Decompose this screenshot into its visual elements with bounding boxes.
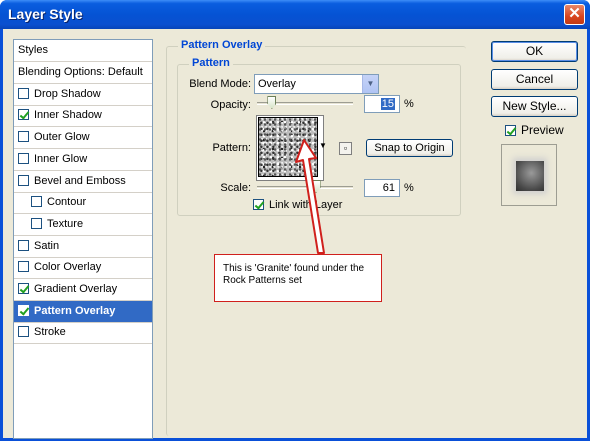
- style-item-label: Inner Shadow: [34, 109, 102, 122]
- style-checkbox[interactable]: [18, 304, 29, 316]
- style-checkbox[interactable]: [18, 87, 29, 99]
- style-checkbox[interactable]: [18, 283, 29, 294]
- preview-label: Preview: [521, 123, 564, 137]
- style-checkbox[interactable]: [18, 239, 29, 251]
- preview-check-icon[interactable]: [505, 125, 516, 136]
- opacity-value: 15: [380, 98, 395, 110]
- style-checkbox[interactable]: [18, 131, 29, 143]
- snap-to-origin-button[interactable]: Snap to Origin: [366, 139, 453, 157]
- title-bar[interactable]: Layer Style ✕: [0, 0, 590, 29]
- preview-thumbnail: [516, 161, 544, 191]
- style-checkbox[interactable]: [18, 152, 29, 164]
- opacity-input[interactable]: 15: [364, 95, 400, 113]
- style-checkbox[interactable]: [18, 261, 29, 273]
- granite-pattern-swatch[interactable]: [258, 117, 318, 177]
- style-item-label: Bevel and Emboss: [34, 174, 126, 187]
- style-item-stroke[interactable]: Stroke: [14, 322, 152, 345]
- scale-label: Scale:: [220, 182, 251, 194]
- style-item-satin[interactable]: Satin: [14, 236, 152, 258]
- ok-button[interactable]: OK: [491, 41, 578, 62]
- style-item-pattern-overlay[interactable]: Pattern Overlay: [14, 300, 152, 323]
- styles-header[interactable]: Styles: [14, 40, 152, 62]
- new-preset-icon[interactable]: ▫: [339, 142, 352, 155]
- style-checkbox[interactable]: [31, 217, 42, 229]
- style-item-label: Texture: [47, 217, 84, 230]
- link-check-icon[interactable]: [253, 199, 264, 210]
- style-checkbox[interactable]: [18, 174, 29, 186]
- style-item-texture[interactable]: Texture: [14, 214, 152, 236]
- style-item-drop-shadow[interactable]: Drop Shadow: [14, 84, 152, 106]
- style-item-label: Satin: [34, 239, 60, 252]
- style-item-label: Stroke: [34, 326, 66, 339]
- style-item-label: Pattern Overlay: [34, 304, 116, 317]
- window-title: Layer Style: [8, 6, 83, 22]
- new-style-button[interactable]: New Style...: [491, 96, 578, 117]
- style-item-gradient-overlay[interactable]: Gradient Overlay: [14, 279, 152, 301]
- link-with-layer-label: Link with Layer: [269, 199, 343, 211]
- blend-mode-value: Overlay: [258, 78, 296, 90]
- style-item-bevel-and-emboss[interactable]: Bevel and Emboss: [14, 171, 152, 193]
- blend-mode-select[interactable]: Overlay ▼: [254, 74, 379, 94]
- scale-unit: %: [404, 182, 414, 194]
- style-item-label: Contour: [47, 196, 87, 209]
- pattern-dropdown-icon[interactable]: ▼: [319, 141, 327, 150]
- styles-list: Styles Blending Options: Default Drop Sha…: [13, 39, 153, 439]
- style-item-outer-glow[interactable]: Outer Glow: [14, 127, 152, 150]
- callout-box: This is 'Granite' found under the Rock P…: [214, 254, 382, 302]
- style-item-label: Color Overlay: [34, 261, 102, 274]
- cancel-button[interactable]: Cancel: [491, 69, 578, 90]
- style-item-contour[interactable]: Contour: [14, 192, 152, 215]
- opacity-label: Opacity:: [210, 99, 251, 111]
- style-item-inner-glow[interactable]: Inner Glow: [14, 149, 152, 171]
- style-checkbox[interactable]: [31, 196, 42, 208]
- layer-style-window: Layer Style ✕ Styles Blending Options: D…: [0, 0, 590, 441]
- preview-checkbox[interactable]: Preview: [505, 123, 564, 137]
- pattern-label: Pattern:: [212, 142, 251, 154]
- style-item-label: Blending Options: Default: [18, 66, 143, 78]
- style-item-label: Gradient Overlay: [34, 283, 118, 295]
- style-checkbox[interactable]: [18, 326, 29, 338]
- style-item-label: Outer Glow: [34, 131, 90, 144]
- link-with-layer-checkbox[interactable]: Link with Layer: [253, 199, 342, 211]
- scale-slider-track[interactable]: [257, 186, 353, 189]
- style-item-label: Inner Glow: [34, 152, 88, 165]
- blend-mode-label: Blend Mode:: [189, 78, 251, 90]
- opacity-unit: %: [404, 98, 414, 110]
- scale-value: 61: [382, 182, 395, 194]
- style-item-blending-options-default[interactable]: Blending Options: Default: [14, 62, 152, 84]
- chevron-down-icon[interactable]: ▼: [362, 75, 378, 93]
- pattern-overlay-title: Pattern Overlay: [178, 39, 266, 51]
- style-checkbox[interactable]: [18, 109, 29, 121]
- style-item-color-overlay[interactable]: Color Overlay: [14, 257, 152, 280]
- style-item-label: Drop Shadow: [34, 87, 101, 100]
- pattern-subgroup-title: Pattern: [189, 57, 233, 69]
- dialog-body: Styles Blending Options: Default Drop Sha…: [3, 29, 587, 439]
- style-preview: [501, 144, 557, 206]
- scale-input[interactable]: 61: [364, 179, 400, 197]
- style-item-inner-shadow[interactable]: Inner Shadow: [14, 105, 152, 128]
- close-button[interactable]: ✕: [564, 4, 585, 25]
